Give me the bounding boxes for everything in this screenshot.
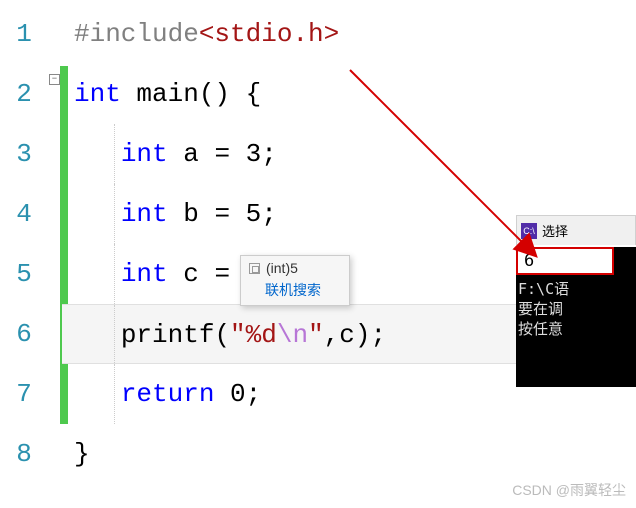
console-line: 按任意 [518, 319, 636, 339]
code-line[interactable]: #include<stdio.h> [62, 4, 636, 64]
preprocessor-directive: #include [74, 19, 199, 49]
data-tip-value-row: (int)5 [241, 256, 349, 278]
code-line[interactable]: int main() { [62, 64, 636, 124]
line-number: 7 [0, 364, 48, 424]
data-tip-value: (int)5 [266, 260, 298, 276]
keyword: int [121, 259, 168, 289]
number-literal: 3 [246, 139, 262, 169]
string-literal: %d [246, 320, 277, 350]
debug-data-tip[interactable]: (int)5 联机搜索 [240, 255, 350, 306]
online-search-link[interactable]: 联机搜索 [241, 278, 349, 305]
number-literal: 5 [246, 199, 262, 229]
line-number: 4 [0, 184, 48, 244]
identifier: printf [121, 320, 215, 350]
code-line[interactable]: } [62, 424, 636, 484]
line-number: 3 [0, 124, 48, 184]
punctuation: () { [199, 79, 261, 109]
line-number-gutter: 1 2 3 4 5 6 7 8 [0, 0, 48, 508]
keyword: int [121, 139, 168, 169]
variable-icon [249, 263, 260, 274]
keyword: int [121, 199, 168, 229]
escape-sequence: \n [277, 320, 308, 350]
console-titlebar[interactable]: C:\ 选择 [516, 215, 636, 245]
console-body[interactable]: 6 F:\C语 要在调 按任意 [516, 247, 636, 387]
console-text: F:\C语 要在调 按任意 [516, 279, 636, 339]
console-output-highlight: 6 [516, 247, 614, 275]
identifier: main [121, 79, 199, 109]
line-number: 1 [0, 4, 48, 64]
console-title-text: 选择 [542, 221, 568, 240]
console-output-value: 6 [524, 251, 534, 271]
fold-collapse-icon[interactable]: − [49, 74, 60, 85]
console-line: F:\C语 [518, 279, 636, 299]
line-number: 2 [0, 64, 48, 124]
console-app-icon: C:\ [521, 223, 537, 239]
console-line: 要在调 [518, 299, 636, 319]
editor-margin: − [48, 0, 62, 508]
keyword: int [74, 79, 121, 109]
preprocessor-header: <stdio.h> [199, 19, 339, 49]
code-line[interactable]: int a = 3; [62, 124, 636, 184]
line-number: 6 [0, 304, 48, 364]
console-window[interactable]: C:\ 选择 6 F:\C语 要在调 按任意 [516, 215, 636, 387]
brace: } [74, 439, 90, 469]
line-number: 5 [0, 244, 48, 304]
keyword: return [121, 379, 215, 409]
watermark: CSDN @雨翼轻尘 [512, 480, 626, 500]
number-literal: 0 [230, 379, 246, 409]
line-number: 8 [0, 424, 48, 484]
